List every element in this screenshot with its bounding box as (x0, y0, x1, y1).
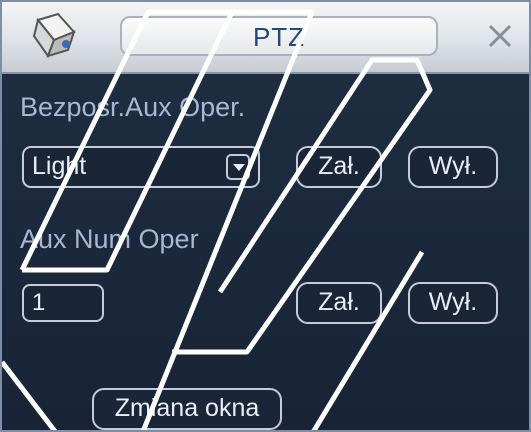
title-bar: PTZ (2, 2, 529, 74)
watermark-stroke (140, 9, 315, 430)
watermark-stroke (311, 250, 425, 430)
direct-aux-label: Bezposr.Aux Oper. (20, 92, 246, 122)
direct-aux-off-button[interactable]: Wył. (408, 146, 498, 188)
ptz-camera-icon (32, 12, 76, 59)
aux-num-on-button[interactable]: Zał. (296, 282, 382, 324)
dropdown-selected-value: Light (32, 152, 87, 180)
watermark-stroke (2, 360, 58, 430)
aux-operation-dropdown[interactable]: Light (22, 146, 260, 188)
aux-number-input[interactable]: 1 (22, 284, 104, 322)
aux-num-label: Aux Num Oper (20, 224, 199, 254)
title-field: PTZ (120, 16, 438, 56)
aux-num-off-button[interactable]: Wył. (408, 282, 498, 324)
switch-window-button[interactable]: Zmiana okna (92, 388, 282, 430)
chevron-down-icon[interactable] (226, 154, 250, 180)
ptz-dialog: PTZ Bezposr.Aux Oper. Light Zał. Wył. Au… (0, 0, 531, 432)
direct-aux-on-button[interactable]: Zał. (296, 146, 382, 188)
close-icon[interactable] (480, 16, 520, 56)
window-title: PTZ (252, 22, 306, 52)
